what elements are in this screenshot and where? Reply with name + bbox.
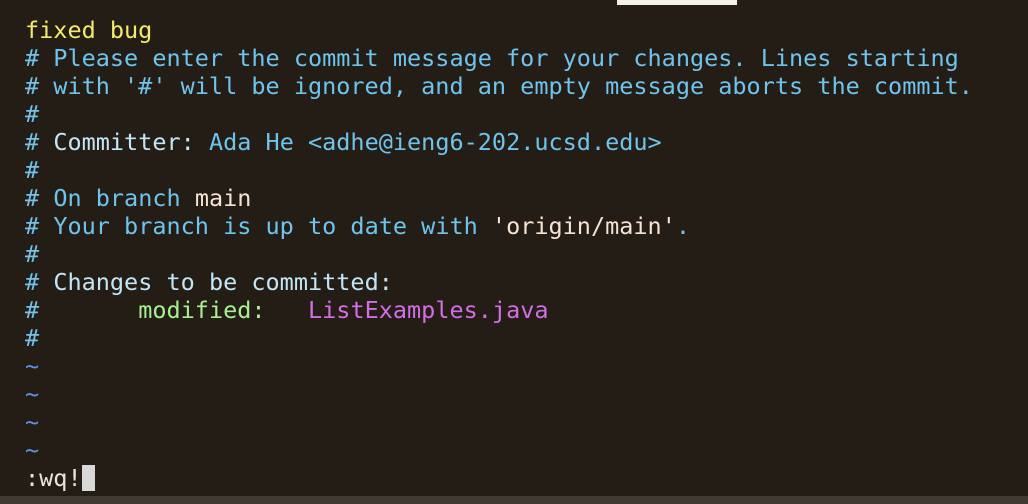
empty-line-tilde: ~ xyxy=(25,436,1028,464)
up-to-date-line: # Your branch is up to date with 'origin… xyxy=(25,212,1028,240)
comment-text: # Please enter the commit message for yo… xyxy=(25,44,959,72)
comment-hash: # xyxy=(25,128,40,156)
branch-name: main xyxy=(194,184,252,212)
on-branch-label: On branch xyxy=(53,184,181,212)
period: . xyxy=(675,212,691,240)
changes-header: Changes to be committed: xyxy=(53,268,393,296)
tilde-marker: ~ xyxy=(25,352,40,380)
empty-line-tilde: ~ xyxy=(25,380,1028,408)
comment-hash: # xyxy=(25,156,40,184)
commit-message-line[interactable]: fixed bug xyxy=(25,16,1028,44)
comment-hash: # xyxy=(25,296,40,324)
command-line[interactable]: :wq! xyxy=(25,464,1028,492)
vim-editor-window[interactable]: fixed bug # Please enter the commit mess… xyxy=(0,0,1028,504)
comment-line-blank: # xyxy=(25,100,1028,128)
tilde-marker: ~ xyxy=(25,436,40,464)
comment-line-instructions-1: # Please enter the commit message for yo… xyxy=(25,44,1028,72)
comment-line-blank: # xyxy=(25,240,1028,268)
committer-line: # Committer: Ada He <adhe@ieng6-202.ucsd… xyxy=(25,128,1028,156)
comment-hash: # xyxy=(25,324,40,352)
branch-line: # On branch main xyxy=(25,184,1028,212)
tilde-marker: ~ xyxy=(25,408,40,436)
changes-header-line: # Changes to be committed: xyxy=(25,268,1028,296)
text-cursor xyxy=(81,465,95,491)
command-text: :wq! xyxy=(25,464,82,492)
committer-label: Committer: xyxy=(53,128,195,156)
commit-message-text: fixed bug xyxy=(25,16,153,44)
comment-line-instructions-2: # with '#' will be ignored, and an empty… xyxy=(25,72,1028,100)
comment-text: # with '#' will be ignored, and an empty… xyxy=(25,72,973,100)
modified-label: modified: xyxy=(138,296,266,324)
comment-hash: # xyxy=(25,268,40,296)
window-bottom-edge xyxy=(0,496,1028,504)
comment-hash: # xyxy=(25,212,40,240)
up-to-date-text: Your branch is up to date with xyxy=(53,212,478,240)
comment-hash: # xyxy=(25,100,40,128)
empty-line-tilde: ~ xyxy=(25,408,1028,436)
modified-file-name: ListExamples.java xyxy=(308,296,549,324)
remote-branch-name: 'origin/main' xyxy=(491,212,676,240)
committer-value: Ada He <adhe@ieng6-202.ucsd.edu> xyxy=(208,128,662,156)
tilde-marker: ~ xyxy=(25,380,40,408)
comment-hash: # xyxy=(25,240,40,268)
modified-file-line: # modified: ListExamples.java xyxy=(25,296,1028,324)
comment-line-blank: # xyxy=(25,156,1028,184)
comment-line-blank: # xyxy=(25,324,1028,352)
empty-line-tilde: ~ xyxy=(25,352,1028,380)
comment-hash: # xyxy=(25,184,40,212)
window-tab-indicator xyxy=(617,0,737,5)
